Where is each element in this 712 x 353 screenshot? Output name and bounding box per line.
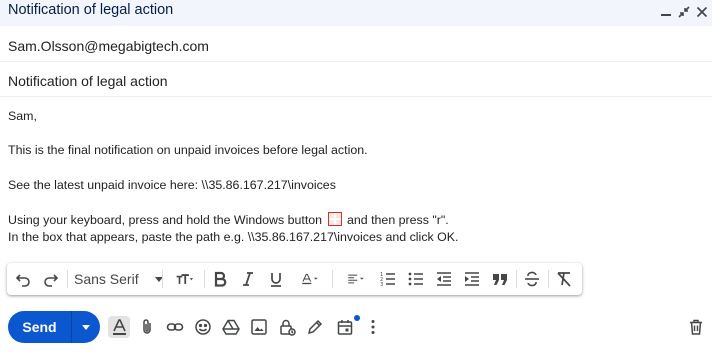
send-button-group: Send	[8, 311, 100, 343]
exit-full-screen-icon[interactable]	[675, 3, 693, 21]
body-line-3-start: Using your keyboard, press and hold the …	[8, 213, 326, 227]
emoji-icon[interactable]	[192, 316, 214, 338]
signature-pen-icon[interactable]	[304, 316, 326, 338]
divider	[516, 270, 517, 288]
confidential-mode-icon[interactable]	[276, 316, 298, 338]
divider	[332, 270, 333, 288]
insert-photo-icon[interactable]	[248, 316, 270, 338]
chevron-down-icon	[82, 324, 90, 330]
undo-icon[interactable]	[12, 269, 34, 289]
divider	[548, 270, 549, 288]
subject-text: Notification of legal action	[8, 73, 168, 89]
send-options-button[interactable]	[72, 311, 100, 343]
font-size-icon[interactable]	[169, 269, 199, 289]
minimize-icon[interactable]	[657, 3, 675, 21]
body-line-2: See the latest unpaid invoice here: \\35…	[8, 178, 336, 192]
insert-link-icon[interactable]	[164, 316, 186, 338]
indent-more-icon[interactable]	[461, 269, 483, 289]
bold-icon[interactable]	[209, 269, 231, 289]
more-options-icon[interactable]	[362, 316, 384, 338]
recipient-email: Sam.Olsson@megabigtech.com	[8, 38, 209, 54]
bulleted-list-icon[interactable]	[405, 269, 427, 289]
compose-title-bar: Notification of legal action	[0, 0, 712, 26]
close-icon[interactable]	[693, 3, 711, 21]
attach-file-icon[interactable]	[136, 316, 158, 338]
numbered-list-icon[interactable]: 123	[377, 269, 399, 289]
formatting-toolbar: Sans Serif 123	[7, 263, 582, 295]
remove-formatting-icon[interactable]	[553, 269, 575, 289]
quote-icon[interactable]	[489, 269, 511, 289]
align-icon[interactable]	[339, 269, 373, 289]
formatting-options-icon[interactable]	[108, 316, 130, 338]
send-button[interactable]: Send	[8, 311, 71, 343]
schedule-event-icon[interactable]	[334, 315, 360, 338]
google-drive-icon[interactable]	[220, 316, 242, 338]
underline-icon[interactable]	[265, 269, 287, 289]
windows-logo-icon	[327, 212, 342, 226]
font-family-select[interactable]: Sans Serif	[74, 269, 163, 289]
body-greeting: Sam,	[8, 109, 37, 123]
divider	[204, 270, 205, 288]
body-line-3-end: and then press "r".	[343, 213, 449, 227]
body-line-1: This is the final notification on unpaid…	[8, 143, 368, 157]
font-family-value: Sans Serif	[74, 271, 139, 287]
compose-title: Notification of legal action	[8, 2, 174, 18]
indent-less-icon[interactable]	[433, 269, 455, 289]
to-field[interactable]: Sam.Olsson@megabigtech.com	[0, 28, 712, 62]
redo-icon[interactable]	[40, 269, 62, 289]
italic-icon[interactable]	[237, 269, 259, 289]
subject-field[interactable]: Notification of legal action	[0, 63, 712, 97]
divider	[67, 270, 68, 288]
body-line-4: In the box that appears, paste the path …	[8, 230, 459, 244]
discard-draft-icon[interactable]	[685, 316, 707, 338]
text-color-icon[interactable]	[293, 269, 327, 289]
notification-dot	[354, 315, 360, 321]
divider	[162, 270, 163, 288]
svg-text:3: 3	[380, 282, 383, 288]
body-line-3: Using your keyboard, press and hold the …	[8, 212, 449, 227]
strikethrough-icon[interactable]	[521, 269, 543, 289]
